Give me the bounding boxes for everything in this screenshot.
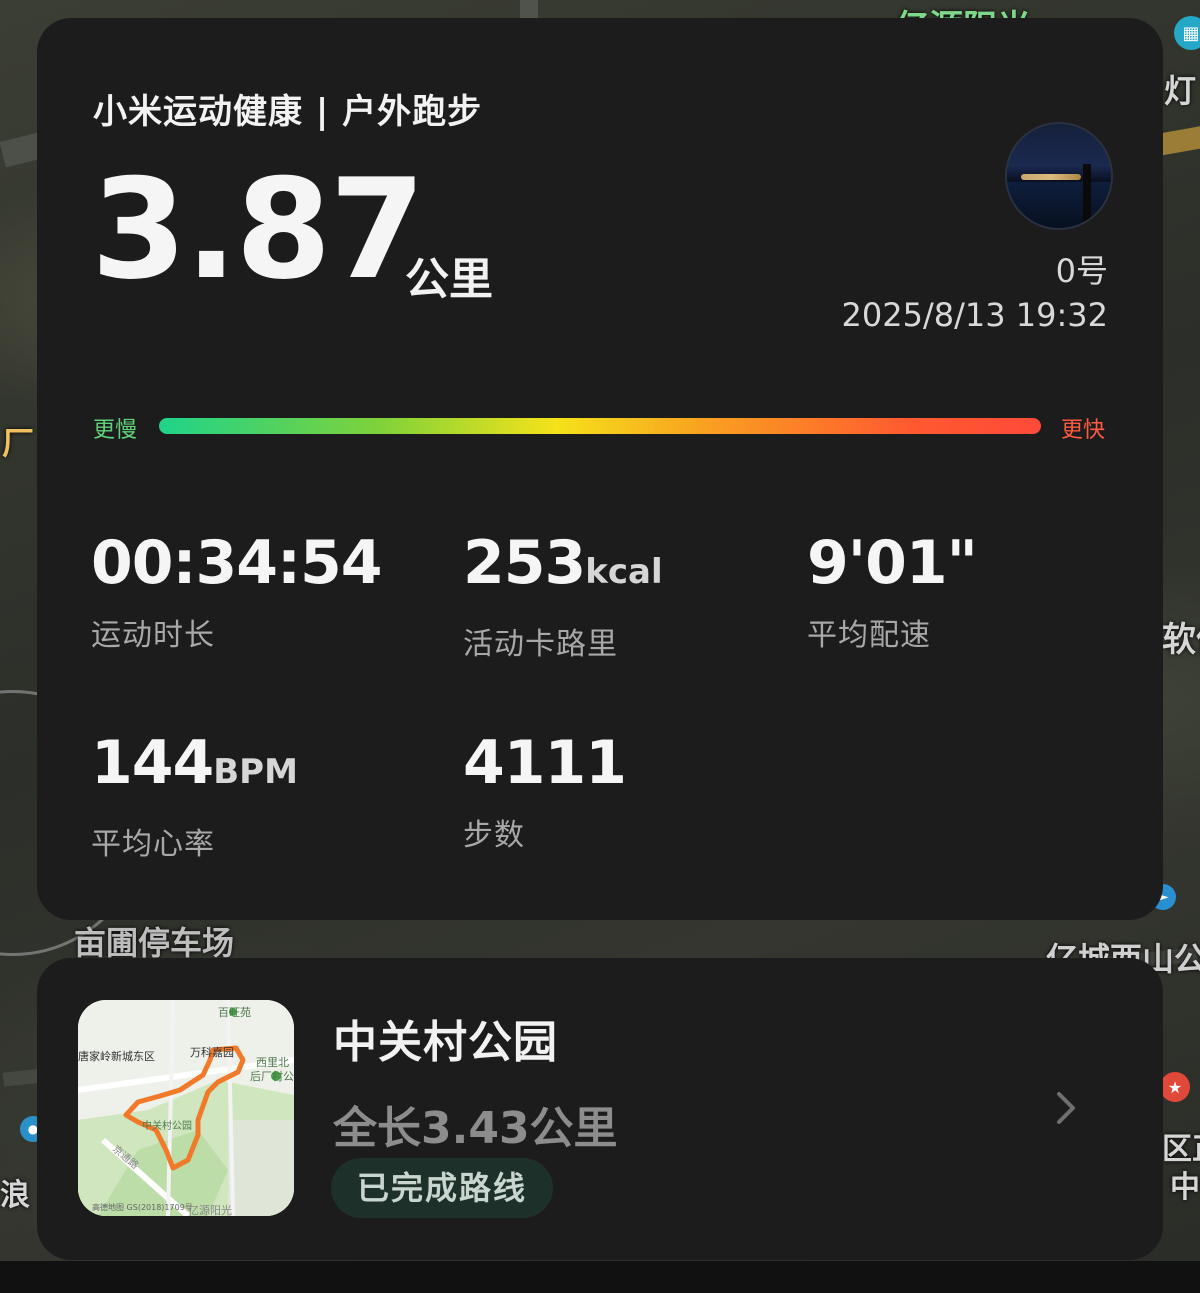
thumb-label-baiwangyuan: 百旺苑 (218, 1006, 251, 1019)
stat-pace: 9'01" 平均配速 (807, 528, 978, 654)
thumb-label-yiyuan: 亿源阳光 (188, 1203, 232, 1216)
distance-unit: 公里 (405, 254, 493, 305)
thumb-label-wanyuan: 万科嘉园 (190, 1045, 234, 1059)
map-label-right-top: 灯 (1164, 72, 1197, 110)
pace-fast-label: 更快 (1060, 418, 1105, 443)
pace-value: 9'01" (807, 528, 978, 598)
thumb-copyright: 高德地图 GS(2018)1709号 (92, 1202, 193, 1212)
thumb-label-tangjialing: 唐家岭新城东区 (78, 1049, 155, 1063)
pace-gradient-bar (159, 418, 1041, 434)
duration-value: 00:34:54 (91, 528, 382, 598)
heart-rate-value: 144 (91, 728, 214, 798)
route-map-svg: 百旺苑 唐家岭新城东区 万科嘉园 西里北 后厂村公 中关村公园 京通路 高德地图… (78, 1000, 294, 1216)
user-name: 0号 (1055, 252, 1108, 290)
duration-label: 运动时长 (91, 618, 215, 653)
map-label-right-mid: 软件 (1162, 620, 1200, 660)
map-label-left-bottom: 浪 (0, 1178, 30, 1213)
route-name: 中关村公园 (333, 1017, 558, 1068)
calories-label: 活动卡路里 (463, 627, 618, 662)
thumb-label-park: 中关村公园 (142, 1119, 192, 1132)
workout-summary-card: 小米运动健康 | 户外跑步 3.87 公里 0号 2025/8/13 19:32… (37, 18, 1163, 920)
page-title: 小米运动健康 | 户外跑步 (93, 92, 483, 132)
bottom-bar (0, 1261, 1200, 1293)
heart-rate-label: 平均心率 (91, 827, 215, 862)
calories-unit: kcal (585, 552, 663, 592)
route-status-badge: 已完成路线 (331, 1158, 554, 1218)
map-label-right-bottom-2: 中 (1170, 1170, 1200, 1205)
pace-label: 平均配速 (807, 618, 931, 653)
pace-slow-label: 更慢 (93, 418, 138, 443)
map-favorite-icon[interactable]: ★ (1160, 1072, 1190, 1102)
heart-rate-unit: BPM (213, 752, 298, 792)
route-map-thumbnail[interactable]: 百旺苑 唐家岭新城东区 万科嘉园 西里北 后厂村公 中关村公园 京通路 高德地图… (78, 1000, 294, 1216)
workout-datetime: 2025/8/13 19:32 (841, 296, 1108, 334)
calories-value: 253 (463, 528, 586, 598)
chevron-right-icon[interactable] (1053, 1088, 1081, 1128)
stat-steps: 4111 步数 (463, 728, 627, 854)
distance-value: 3.87 (91, 149, 425, 310)
route-length: 全长3.43公里 (333, 1103, 618, 1154)
thumb-label-xili: 西里北 (256, 1056, 289, 1069)
stat-duration: 00:34:54 运动时长 (91, 528, 382, 654)
map-building-icon[interactable]: ▦ (1174, 16, 1200, 50)
avatar[interactable] (1005, 122, 1113, 230)
thumb-label-houchang: 后厂村公 (250, 1069, 294, 1083)
map-label-left-mid: 厂 (2, 424, 35, 462)
stat-heart-rate: 144BPM 平均心率 (91, 728, 298, 863)
stat-calories: 253kcal 活动卡路里 (463, 528, 663, 663)
route-card[interactable]: 百旺苑 唐家岭新城东区 万科嘉园 西里北 后厂村公 中关村公园 京通路 高德地图… (37, 958, 1163, 1260)
steps-label: 步数 (463, 818, 525, 853)
steps-value: 4111 (463, 728, 627, 798)
